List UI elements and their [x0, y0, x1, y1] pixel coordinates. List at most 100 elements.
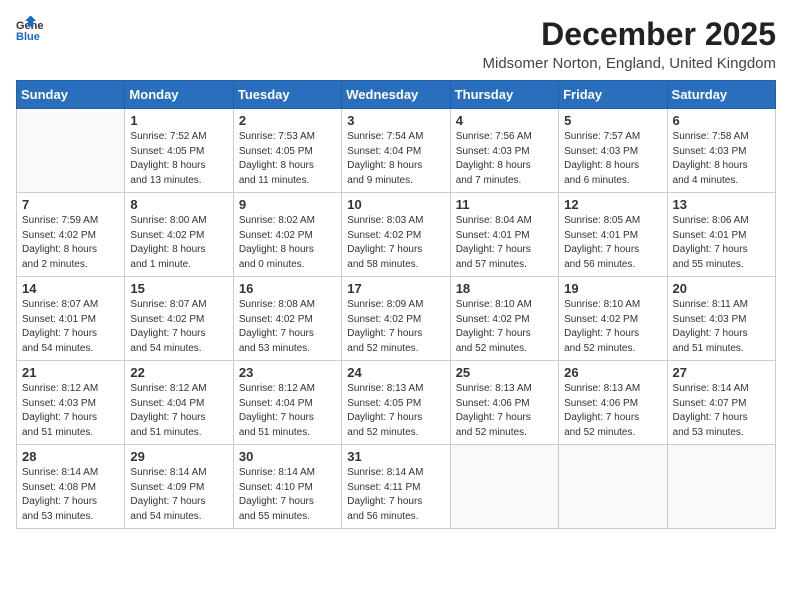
location-title: Midsomer Norton, England, United Kingdom: [483, 55, 776, 72]
day-info: Sunrise: 8:14 AM Sunset: 4:10 PM Dayligh…: [239, 466, 336, 524]
page-header: General Blue December 2025 Midsomer Nort…: [16, 16, 776, 72]
day-info: Sunrise: 8:08 AM Sunset: 4:02 PM Dayligh…: [239, 298, 336, 356]
calendar-day-cell: 6 Sunrise: 7:58 AM Sunset: 4:03 PM Daylig…: [667, 109, 775, 193]
logo: General Blue: [16, 16, 44, 44]
weekday-header: Monday: [125, 81, 233, 109]
day-number: 7: [22, 197, 119, 212]
weekday-header: Sunday: [17, 81, 125, 109]
calendar-table: SundayMondayTuesdayWednesdayThursdayFrid…: [16, 80, 776, 529]
day-number: 16: [239, 281, 336, 296]
day-info: Sunrise: 8:00 AM Sunset: 4:02 PM Dayligh…: [130, 214, 227, 272]
day-info: Sunrise: 8:02 AM Sunset: 4:02 PM Dayligh…: [239, 214, 336, 272]
weekday-header: Thursday: [450, 81, 558, 109]
svg-text:Blue: Blue: [16, 31, 40, 43]
calendar-day-cell: 3Sunrise: 7:54 AM Sunset: 4:04 PM Daylig…: [342, 109, 450, 193]
calendar-week-row: 7Sunrise: 7:59 AM Sunset: 4:02 PM Daylig…: [17, 193, 776, 277]
calendar-day-cell: 28 Sunrise: 8:14 AM Sunset: 4:08 PM Dayli…: [17, 445, 125, 529]
calendar-day-cell: 13 Sunrise: 8:06 AM Sunset: 4:01 PM Dayli…: [667, 193, 775, 277]
day-info: Sunrise: 8:12 AM Sunset: 4:03 PM Dayligh…: [22, 382, 119, 440]
calendar-day-cell: 2 Sunrise: 7:53 AM Sunset: 4:05 PM Daylig…: [233, 109, 341, 193]
calendar-day-cell: 20 Sunrise: 8:11 AM Sunset: 4:03 PM Dayli…: [667, 277, 775, 361]
day-number: 14: [22, 281, 119, 296]
calendar-day-cell: 27 Sunrise: 8:14 AM Sunset: 4:07 PM Dayli…: [667, 361, 775, 445]
day-number: 5: [564, 113, 661, 128]
weekday-header: Saturday: [667, 81, 775, 109]
day-number: 11: [456, 197, 553, 212]
calendar-day-cell: 15 Sunrise: 8:07 AM Sunset: 4:02 PM Dayli…: [125, 277, 233, 361]
day-number: 24: [347, 365, 444, 380]
calendar-day-cell: 30 Sunrise: 8:14 AM Sunset: 4:10 PM Dayli…: [233, 445, 341, 529]
day-info: Sunrise: 8:10 AM Sunset: 4:02 PM Dayligh…: [564, 298, 661, 356]
day-info: Sunrise: 8:06 AM Sunset: 4:01 PM Dayligh…: [673, 214, 770, 272]
day-info: Sunrise: 7:54 AM Sunset: 4:04 PM Dayligh…: [347, 130, 444, 188]
calendar-week-row: 1Sunrise: 7:52 AM Sunset: 4:05 PM Daylig…: [17, 109, 776, 193]
calendar-day-cell: 26 Sunrise: 8:13 AM Sunset: 4:06 PM Dayli…: [559, 361, 667, 445]
day-number: 23: [239, 365, 336, 380]
calendar-day-cell: 31 Sunrise: 8:14 AM Sunset: 4:11 PM Dayli…: [342, 445, 450, 529]
day-number: 28: [22, 449, 119, 464]
day-info: Sunrise: 8:10 AM Sunset: 4:02 PM Dayligh…: [456, 298, 553, 356]
day-info: Sunrise: 8:07 AM Sunset: 4:01 PM Dayligh…: [22, 298, 119, 356]
calendar-day-cell: 23 Sunrise: 8:12 AM Sunset: 4:04 PM Dayli…: [233, 361, 341, 445]
day-number: 15: [130, 281, 227, 296]
month-title: December 2025: [483, 16, 776, 53]
day-info: Sunrise: 8:13 AM Sunset: 4:06 PM Dayligh…: [564, 382, 661, 440]
calendar-day-cell: 10 Sunrise: 8:03 AM Sunset: 4:02 PM Dayli…: [342, 193, 450, 277]
calendar-day-cell: 16 Sunrise: 8:08 AM Sunset: 4:02 PM Dayli…: [233, 277, 341, 361]
calendar-header-row: SundayMondayTuesdayWednesdayThursdayFrid…: [17, 81, 776, 109]
calendar-day-cell: 9 Sunrise: 8:02 AM Sunset: 4:02 PM Daylig…: [233, 193, 341, 277]
day-number: 17: [347, 281, 444, 296]
day-info: Sunrise: 7:53 AM Sunset: 4:05 PM Dayligh…: [239, 130, 336, 188]
weekday-header: Wednesday: [342, 81, 450, 109]
day-info: Sunrise: 7:57 AM Sunset: 4:03 PM Dayligh…: [564, 130, 661, 188]
day-number: 6: [673, 113, 770, 128]
day-number: 29: [130, 449, 227, 464]
day-info: Sunrise: 8:11 AM Sunset: 4:03 PM Dayligh…: [673, 298, 770, 356]
calendar-day-cell: 12Sunrise: 8:05 AM Sunset: 4:01 PM Dayli…: [559, 193, 667, 277]
day-number: 26: [564, 365, 661, 380]
calendar-day-cell: 4 Sunrise: 7:56 AM Sunset: 4:03 PM Daylig…: [450, 109, 558, 193]
calendar-day-cell: 11 Sunrise: 8:04 AM Sunset: 4:01 PM Dayli…: [450, 193, 558, 277]
day-info: Sunrise: 8:07 AM Sunset: 4:02 PM Dayligh…: [130, 298, 227, 356]
calendar-day-cell: 17 Sunrise: 8:09 AM Sunset: 4:02 PM Dayli…: [342, 277, 450, 361]
day-number: 8: [130, 197, 227, 212]
calendar-week-row: 21Sunrise: 8:12 AM Sunset: 4:03 PM Dayli…: [17, 361, 776, 445]
day-info: Sunrise: 8:13 AM Sunset: 4:06 PM Dayligh…: [456, 382, 553, 440]
day-info: Sunrise: 8:13 AM Sunset: 4:05 PM Dayligh…: [347, 382, 444, 440]
calendar-day-cell: 8 Sunrise: 8:00 AM Sunset: 4:02 PM Daylig…: [125, 193, 233, 277]
calendar-day-cell: [667, 445, 775, 529]
day-number: 19: [564, 281, 661, 296]
day-info: Sunrise: 8:14 AM Sunset: 4:11 PM Dayligh…: [347, 466, 444, 524]
day-number: 10: [347, 197, 444, 212]
day-number: 20: [673, 281, 770, 296]
day-info: Sunrise: 8:03 AM Sunset: 4:02 PM Dayligh…: [347, 214, 444, 272]
day-number: 9: [239, 197, 336, 212]
day-info: Sunrise: 8:05 AM Sunset: 4:01 PM Dayligh…: [564, 214, 661, 272]
day-number: 13: [673, 197, 770, 212]
day-number: 31: [347, 449, 444, 464]
calendar-week-row: 14 Sunrise: 8:07 AM Sunset: 4:01 PM Dayli…: [17, 277, 776, 361]
day-info: Sunrise: 8:14 AM Sunset: 4:08 PM Dayligh…: [22, 466, 119, 524]
weekday-header: Tuesday: [233, 81, 341, 109]
day-info: Sunrise: 8:09 AM Sunset: 4:02 PM Dayligh…: [347, 298, 444, 356]
calendar-day-cell: 24 Sunrise: 8:13 AM Sunset: 4:05 PM Dayli…: [342, 361, 450, 445]
day-info: Sunrise: 8:04 AM Sunset: 4:01 PM Dayligh…: [456, 214, 553, 272]
calendar-day-cell: 5 Sunrise: 7:57 AM Sunset: 4:03 PM Daylig…: [559, 109, 667, 193]
calendar-day-cell: 7Sunrise: 7:59 AM Sunset: 4:02 PM Daylig…: [17, 193, 125, 277]
title-area: December 2025 Midsomer Norton, England, …: [483, 16, 776, 72]
calendar-day-cell: [450, 445, 558, 529]
day-info: Sunrise: 8:12 AM Sunset: 4:04 PM Dayligh…: [239, 382, 336, 440]
day-number: 4: [456, 113, 553, 128]
day-number: 2: [239, 113, 336, 128]
day-number: 27: [673, 365, 770, 380]
calendar-day-cell: [17, 109, 125, 193]
day-info: Sunrise: 7:56 AM Sunset: 4:03 PM Dayligh…: [456, 130, 553, 188]
calendar-day-cell: [559, 445, 667, 529]
calendar-day-cell: 25Sunrise: 8:13 AM Sunset: 4:06 PM Dayli…: [450, 361, 558, 445]
day-number: 30: [239, 449, 336, 464]
weekday-header: Friday: [559, 81, 667, 109]
day-info: Sunrise: 8:14 AM Sunset: 4:07 PM Dayligh…: [673, 382, 770, 440]
calendar-week-row: 28 Sunrise: 8:14 AM Sunset: 4:08 PM Dayli…: [17, 445, 776, 529]
day-info: Sunrise: 7:58 AM Sunset: 4:03 PM Dayligh…: [673, 130, 770, 188]
calendar-day-cell: 19 Sunrise: 8:10 AM Sunset: 4:02 PM Dayli…: [559, 277, 667, 361]
